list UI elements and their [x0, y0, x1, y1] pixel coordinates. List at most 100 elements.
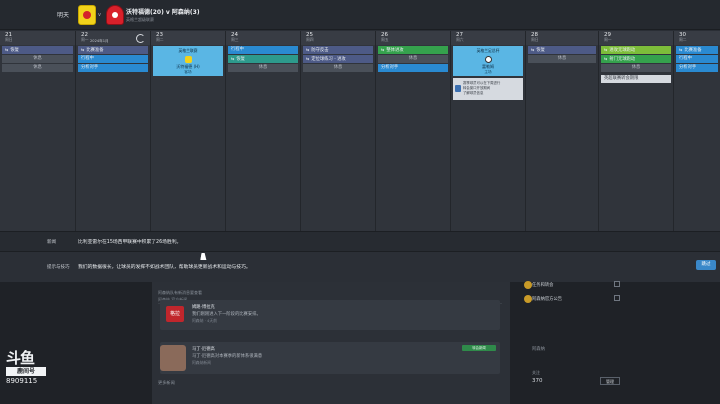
deadline-label: 英超联赛转会期限 [604, 76, 639, 81]
team-crest-icon [484, 56, 492, 63]
training-slot[interactable]: 休息 [601, 64, 671, 72]
training-slot[interactable]: 休息 [228, 64, 298, 72]
day-name: 周二 [679, 37, 687, 42]
training-slot[interactable]: 分析对手 [378, 64, 448, 72]
training-slot[interactable]: ⇆ 比赛准备 [676, 46, 718, 54]
message-tag: 转会新闻 [462, 345, 496, 351]
skip-button[interactable]: 跳过 [696, 260, 716, 270]
day-name: 周三 [231, 37, 239, 42]
training-slot[interactable]: ⇆ 比赛准备 [78, 46, 148, 54]
swap-icon: ⇆ [531, 47, 535, 52]
training-slot[interactable]: 分析对手 [78, 64, 148, 72]
inbox-message[interactable]: 格拉 姆路·博拉克 我们刚刚进入下一阶段的比赛安排。 阿森纳 · 4天前 [160, 300, 500, 330]
watermark-room-number: 8909115 [6, 377, 38, 385]
manage-button[interactable]: 管理 [600, 377, 620, 385]
slot-label: 恢复 [236, 57, 245, 62]
external-link-icon[interactable] [614, 295, 620, 301]
day-name: 周六 [456, 37, 464, 42]
vs-label: v [98, 12, 101, 18]
training-slot[interactable]: 行程中 [228, 46, 298, 54]
stream-watermark: 斗鱼 鹿间号 8909115 [6, 350, 52, 394]
day-name: 周四 [306, 37, 314, 42]
slot-label: 恢复 [536, 48, 545, 53]
day-header: 21 周日 [0, 31, 75, 45]
feed-title: 阿森纳队有新消息要查看 [158, 290, 202, 295]
swap-icon: ⇆ [5, 47, 9, 52]
calendar-day-24[interactable]: 24 周三 行程中 ⇆ 恢复 休息 [226, 31, 301, 231]
match-card[interactable]: 英格兰足总杯 富勒姆 主场 [453, 46, 523, 76]
swap-icon: ⇆ [604, 56, 608, 61]
slot-label: 分析对手 [381, 65, 399, 70]
next-match-bar[interactable]: 明天 v 沃特福德(20) v 阿森纳(3) 英格兰超级联赛 [0, 0, 720, 30]
calendar-day-30[interactable]: 30 周二 ⇆ 比赛准备 行程中 分析对手 [674, 31, 720, 231]
watermark-logo: 斗鱼 [6, 349, 35, 367]
count-value: 370 [532, 378, 543, 384]
match-competition: 英格兰足总杯 [476, 48, 500, 53]
message-body: 马丁·厄德高对本赛季的新体系很满意 [192, 354, 263, 359]
slot-label: 分析对手 [679, 65, 697, 70]
calendar-day-23[interactable]: 23 周二 英格兰联赛 沃特福德 (H) 客场 [151, 31, 226, 231]
more-news-link[interactable]: 更多新闻 [158, 380, 175, 386]
slot-label: 整体进攻 [386, 48, 404, 53]
news-row[interactable]: 新闻 比利亚雷尔在15场西甲联赛中积累了26场胜利。 [0, 231, 720, 251]
external-link-icon[interactable] [614, 281, 620, 287]
sender-logo: 格拉 [166, 306, 184, 322]
slot-label: 比赛准备 [684, 48, 702, 53]
training-slot[interactable]: ⇆ 定位球练习 - 进攻 [303, 55, 373, 63]
calendar-day-26[interactable]: 26 周五 ⇆ 整体进攻 休息 分析对手 [376, 31, 451, 231]
training-slot[interactable]: ⇆ 防守反击 [303, 46, 373, 54]
training-slot[interactable]: ⇆ 恢复 [2, 46, 73, 54]
slot-label: 行程中 [679, 56, 692, 61]
calendar-day-29[interactable]: 29 周一 ⇆ 进攻无球跑动 ⇆ 射门无球跑动 休息 英超联赛转会期限 [599, 31, 674, 231]
fixture-title[interactable]: 沃特福德(20) v 阿森纳(3) [126, 7, 200, 16]
training-slot[interactable]: 行程中 [676, 55, 718, 63]
slot-label: 休息 [33, 56, 42, 61]
day-header: 25 周四 [301, 31, 375, 45]
calendar-notice[interactable]: 赛季球员可以在下周进行 转会窗口开放期间 了解球员信息 [453, 78, 523, 100]
calendar-day-25[interactable]: 25 周四 ⇆ 防守反击 ⇆ 定位球练习 - 进攻 休息 [301, 31, 376, 231]
panel-item[interactable]: 阿森纳官方公告 [532, 296, 562, 302]
deadline-notice[interactable]: 英超联赛转会期限 [601, 75, 671, 83]
day-header: 30 周二 [674, 31, 720, 45]
calendar-day-27[interactable]: 27 周六 英格兰足总杯 富勒姆 主场 赛季球员可以在下周进行 转会窗口开放期间… [451, 31, 526, 231]
match-venue: 客场 [184, 70, 192, 74]
training-slot[interactable]: 行程中 [78, 55, 148, 63]
training-slot[interactable]: 休息 [2, 64, 73, 72]
swap-icon: ⇆ [81, 47, 85, 52]
count-label: 关注 [532, 370, 540, 375]
mouse-cursor-icon [200, 253, 208, 260]
match-day-label: 明天 [57, 12, 70, 19]
slot-label: 定位球练习 - 进攻 [311, 57, 346, 62]
calendar-day-21[interactable]: 21 周日 ⇆ 恢复 休息 休息 [0, 31, 76, 231]
training-slot[interactable]: ⇆ 整体进攻 [378, 46, 448, 54]
match-competition: 英格兰联赛 [178, 48, 198, 53]
training-slot[interactable]: 分析对手 [676, 64, 718, 72]
training-slot[interactable]: ⇆ 恢复 [228, 55, 298, 63]
training-slot[interactable]: 休息 [378, 55, 448, 63]
tips-label: 提示与技巧 [47, 265, 70, 270]
day-header: 24 周三 [226, 31, 300, 45]
calendar-day-28[interactable]: 28 周日 ⇆ 恢复 休息 [526, 31, 599, 231]
notice-text: 赛季球员可以在下周进行 转会窗口开放期间 了解球员信息 [463, 81, 501, 95]
training-slot[interactable]: 休息 [528, 55, 596, 63]
training-slot[interactable]: 休息 [303, 64, 373, 72]
training-slot[interactable]: ⇆ 进攻无球跑动 [601, 46, 671, 54]
day-header: 22 周一 2024年1月 [76, 31, 150, 45]
training-slot[interactable]: ⇆ 射门无球跑动 [601, 55, 671, 63]
panel-item[interactable]: 任务和转会 [532, 282, 553, 288]
away-team-crest-icon [106, 5, 124, 25]
training-slot[interactable]: ⇆ 恢复 [528, 46, 596, 54]
watermark-room-label: 鹿间号 [6, 367, 46, 376]
slot-label: 休息 [258, 65, 268, 70]
club-icon [524, 295, 532, 303]
refresh-icon[interactable] [136, 34, 145, 43]
swap-icon: ⇆ [679, 47, 683, 52]
calendar-day-22[interactable]: 22 周一 2024年1月 ⇆ 比赛准备 行程中 分析对手 [76, 31, 151, 231]
inbox-message[interactable]: 转会新闻 马丁·厄德高 马丁·厄德高对本赛季的新体系很满意 阿森纳新闻 [160, 342, 500, 374]
training-slot[interactable]: 休息 [2, 55, 73, 63]
news-text: 比利亚雷尔在15场西甲联赛中积累了26场胜利。 [78, 240, 182, 245]
app-window: 明天 v 沃特福德(20) v 阿森纳(3) 英格兰超级联赛 21 周日 ⇆ 恢复… [0, 0, 720, 404]
slot-label: 休息 [557, 56, 567, 61]
match-card[interactable]: 英格兰联赛 沃特福德 (H) 客场 [153, 46, 223, 76]
slot-label: 休息 [333, 65, 343, 70]
